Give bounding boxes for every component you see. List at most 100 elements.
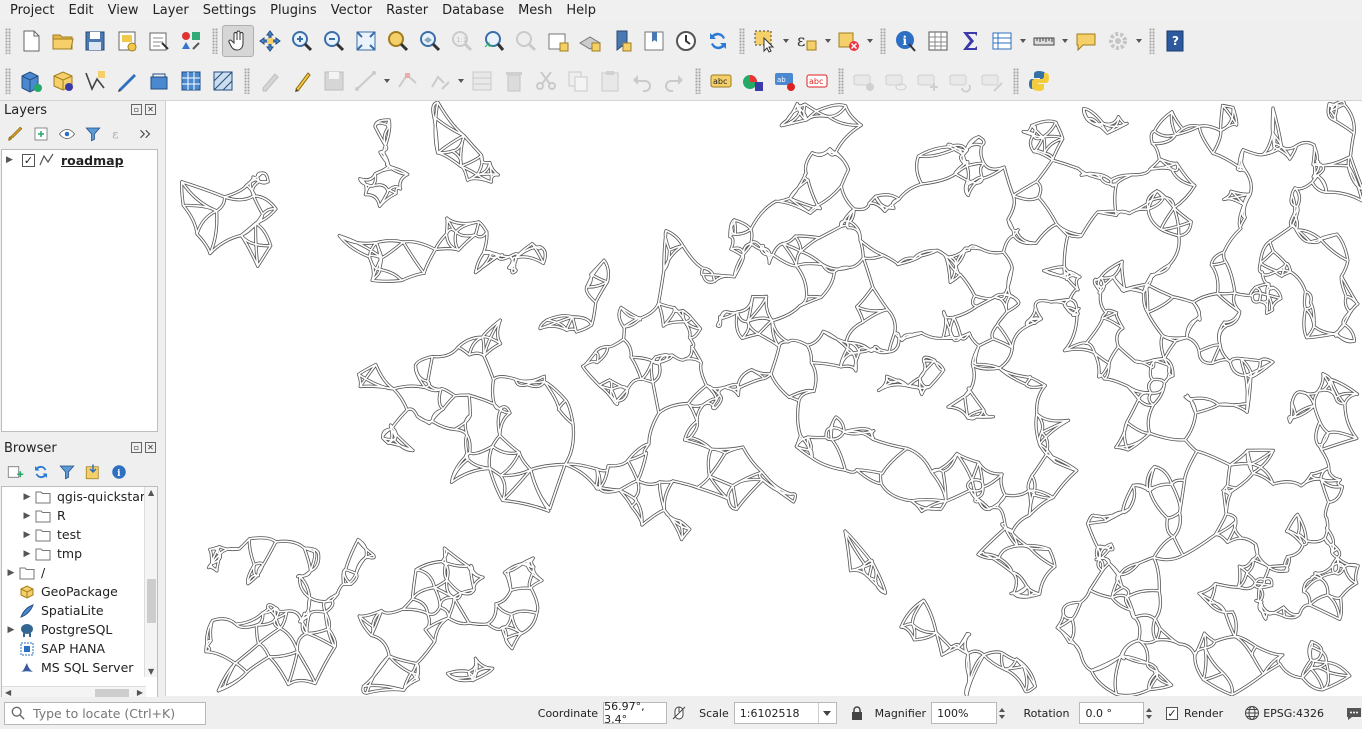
crs-button[interactable] bbox=[1244, 705, 1260, 721]
menu-layer[interactable]: Layer bbox=[146, 0, 196, 21]
expand-arrow-icon[interactable]: ▶ bbox=[19, 492, 35, 502]
locator-search-bar[interactable]: Type to locate (Ctrl+K) bbox=[4, 701, 207, 725]
new-virtual-layer-button[interactable] bbox=[143, 65, 175, 97]
toolbar-handle[interactable] bbox=[244, 67, 250, 94]
open-project-button[interactable] bbox=[47, 25, 79, 57]
toolbar-handle[interactable] bbox=[1013, 67, 1019, 94]
show-spatial-bookmarks-button[interactable] bbox=[638, 25, 670, 57]
redo-button[interactable] bbox=[658, 65, 690, 97]
python-console-button[interactable] bbox=[1023, 65, 1055, 97]
menu-vector[interactable]: Vector bbox=[324, 0, 379, 21]
zoom-in-button[interactable] bbox=[286, 25, 318, 57]
menu-settings[interactable]: Settings bbox=[196, 0, 263, 21]
toolbar-handle[interactable] bbox=[1149, 28, 1155, 54]
magnifier-spinner[interactable] bbox=[997, 702, 1007, 724]
float-panel-button[interactable]: ▫ bbox=[131, 104, 142, 115]
filter-legend-button[interactable] bbox=[82, 123, 104, 145]
select-features-dropdown[interactable] bbox=[781, 25, 791, 57]
zoom-full-button[interactable] bbox=[350, 25, 382, 57]
style-manager-button[interactable] bbox=[175, 25, 207, 57]
scale-dropdown-arrow[interactable] bbox=[817, 703, 836, 723]
show-hide-labels-button[interactable] bbox=[880, 65, 912, 97]
pan-to-selection-button[interactable] bbox=[254, 25, 286, 57]
change-label-properties-button[interactable] bbox=[976, 65, 1008, 97]
rotation-field[interactable]: 0.0 ° bbox=[1079, 702, 1144, 724]
pan-map-button[interactable] bbox=[222, 25, 254, 57]
browser-item[interactable]: ▶ qgis-quickstart bbox=[2, 487, 157, 506]
zoom-next-button[interactable] bbox=[510, 25, 542, 57]
actions-dropdown[interactable] bbox=[1134, 25, 1144, 57]
menu-mesh[interactable]: Mesh bbox=[511, 0, 559, 21]
toggle-editing-button[interactable] bbox=[254, 65, 286, 97]
rotation-spinner[interactable] bbox=[1144, 702, 1154, 724]
modify-attributes-button[interactable] bbox=[424, 65, 456, 97]
attribute-table-tools-button[interactable] bbox=[986, 25, 1018, 57]
scale-combobox[interactable]: 1:6102518 bbox=[733, 702, 837, 724]
select-by-expression-dropdown[interactable] bbox=[823, 25, 833, 57]
zoom-native-resolution-button[interactable]: 1:1 bbox=[446, 25, 478, 57]
crs-label[interactable]: EPSG:4326 bbox=[1263, 707, 1324, 720]
layer-item-roadmap[interactable]: ▶ ✓ roadmap bbox=[2, 150, 157, 170]
undo-button[interactable] bbox=[626, 65, 658, 97]
pin-unpin-labels-button[interactable] bbox=[848, 65, 880, 97]
browser-item[interactable]: ▶ PostgreSQL bbox=[2, 620, 157, 639]
measure-line-button[interactable] bbox=[1028, 25, 1060, 57]
road-network-map[interactable] bbox=[166, 101, 1362, 696]
show-layout-manager-button[interactable] bbox=[143, 25, 175, 57]
rotate-label-button[interactable] bbox=[944, 65, 976, 97]
menu-plugins[interactable]: Plugins bbox=[263, 0, 324, 21]
select-features-button[interactable] bbox=[749, 25, 781, 57]
menu-help[interactable]: Help bbox=[559, 0, 603, 21]
expand-arrow-icon[interactable]: ▶ bbox=[6, 155, 18, 165]
new-spatial-bookmark-button[interactable] bbox=[606, 25, 638, 57]
toggle-display-of-unplaced-labels-button[interactable]: abc bbox=[801, 65, 833, 97]
zoom-to-selection-button[interactable] bbox=[382, 25, 414, 57]
map-tips-button[interactable] bbox=[1070, 25, 1102, 57]
menu-project[interactable]: Project bbox=[3, 0, 61, 21]
toggle-extents-button[interactable] bbox=[671, 705, 687, 721]
help-button[interactable]: ? bbox=[1159, 25, 1191, 57]
float-panel-button[interactable]: ▫ bbox=[131, 442, 142, 453]
expand-toolbar-button[interactable] bbox=[134, 123, 156, 145]
close-panel-button[interactable]: ✕ bbox=[145, 104, 156, 115]
deselect-features-button[interactable] bbox=[833, 25, 865, 57]
measure-dropdown[interactable] bbox=[1060, 25, 1070, 57]
manage-map-themes-button[interactable] bbox=[56, 123, 78, 145]
open-attribute-table-button[interactable] bbox=[922, 25, 954, 57]
toolbar-handle[interactable] bbox=[838, 67, 844, 94]
add-mesh-layer-button[interactable] bbox=[207, 65, 239, 97]
attribute-table-tools-dropdown[interactable] bbox=[1018, 25, 1028, 57]
digitize-line-button[interactable] bbox=[350, 65, 382, 97]
highlight-pinned-labels-button[interactable]: ab bbox=[769, 65, 801, 97]
new-temporary-scratch-layer-button[interactable] bbox=[111, 65, 143, 97]
browser-item[interactable]: ▶ test bbox=[2, 525, 157, 544]
new-project-button[interactable] bbox=[15, 25, 47, 57]
actions-button[interactable] bbox=[1102, 25, 1134, 57]
toolbar-handle[interactable] bbox=[880, 28, 886, 54]
expand-arrow-icon[interactable]: ▶ bbox=[3, 625, 19, 635]
modify-dropdown[interactable] bbox=[456, 65, 466, 97]
current-edits-button[interactable] bbox=[286, 65, 318, 97]
toolbar-handle[interactable] bbox=[695, 67, 701, 94]
expand-arrow-icon[interactable]: ▶ bbox=[19, 530, 35, 540]
add-raster-layer-button[interactable] bbox=[175, 65, 207, 97]
digitize-dropdown[interactable] bbox=[382, 65, 392, 97]
scroll-thumb[interactable] bbox=[147, 579, 156, 623]
add-selected-layers-button[interactable] bbox=[4, 461, 26, 483]
browser-vertical-scrollbar[interactable]: ▲ ▼ bbox=[144, 487, 157, 677]
new-shapefile-layer-button[interactable] bbox=[79, 65, 111, 97]
vertex-tool-button[interactable] bbox=[392, 65, 424, 97]
lock-scale-button[interactable] bbox=[849, 705, 865, 721]
toolbar-handle[interactable] bbox=[739, 28, 745, 54]
browser-item[interactable]: GeoPackage bbox=[2, 582, 157, 601]
zoom-to-layer-button[interactable] bbox=[414, 25, 446, 57]
coordinate-field[interactable]: 56.97°, 3.4° bbox=[603, 700, 668, 726]
save-layer-edits-button[interactable] bbox=[318, 65, 350, 97]
filter-by-expression-button[interactable]: ε bbox=[108, 123, 130, 145]
magnifier-field[interactable]: 100% bbox=[931, 702, 998, 724]
refresh-browser-button[interactable] bbox=[30, 461, 52, 483]
menu-view[interactable]: View bbox=[101, 0, 146, 21]
layer-labeling-options-button[interactable]: abc bbox=[705, 65, 737, 97]
render-checkbox[interactable]: ✓ bbox=[1166, 706, 1179, 720]
toolbar-handle[interactable] bbox=[5, 67, 11, 94]
